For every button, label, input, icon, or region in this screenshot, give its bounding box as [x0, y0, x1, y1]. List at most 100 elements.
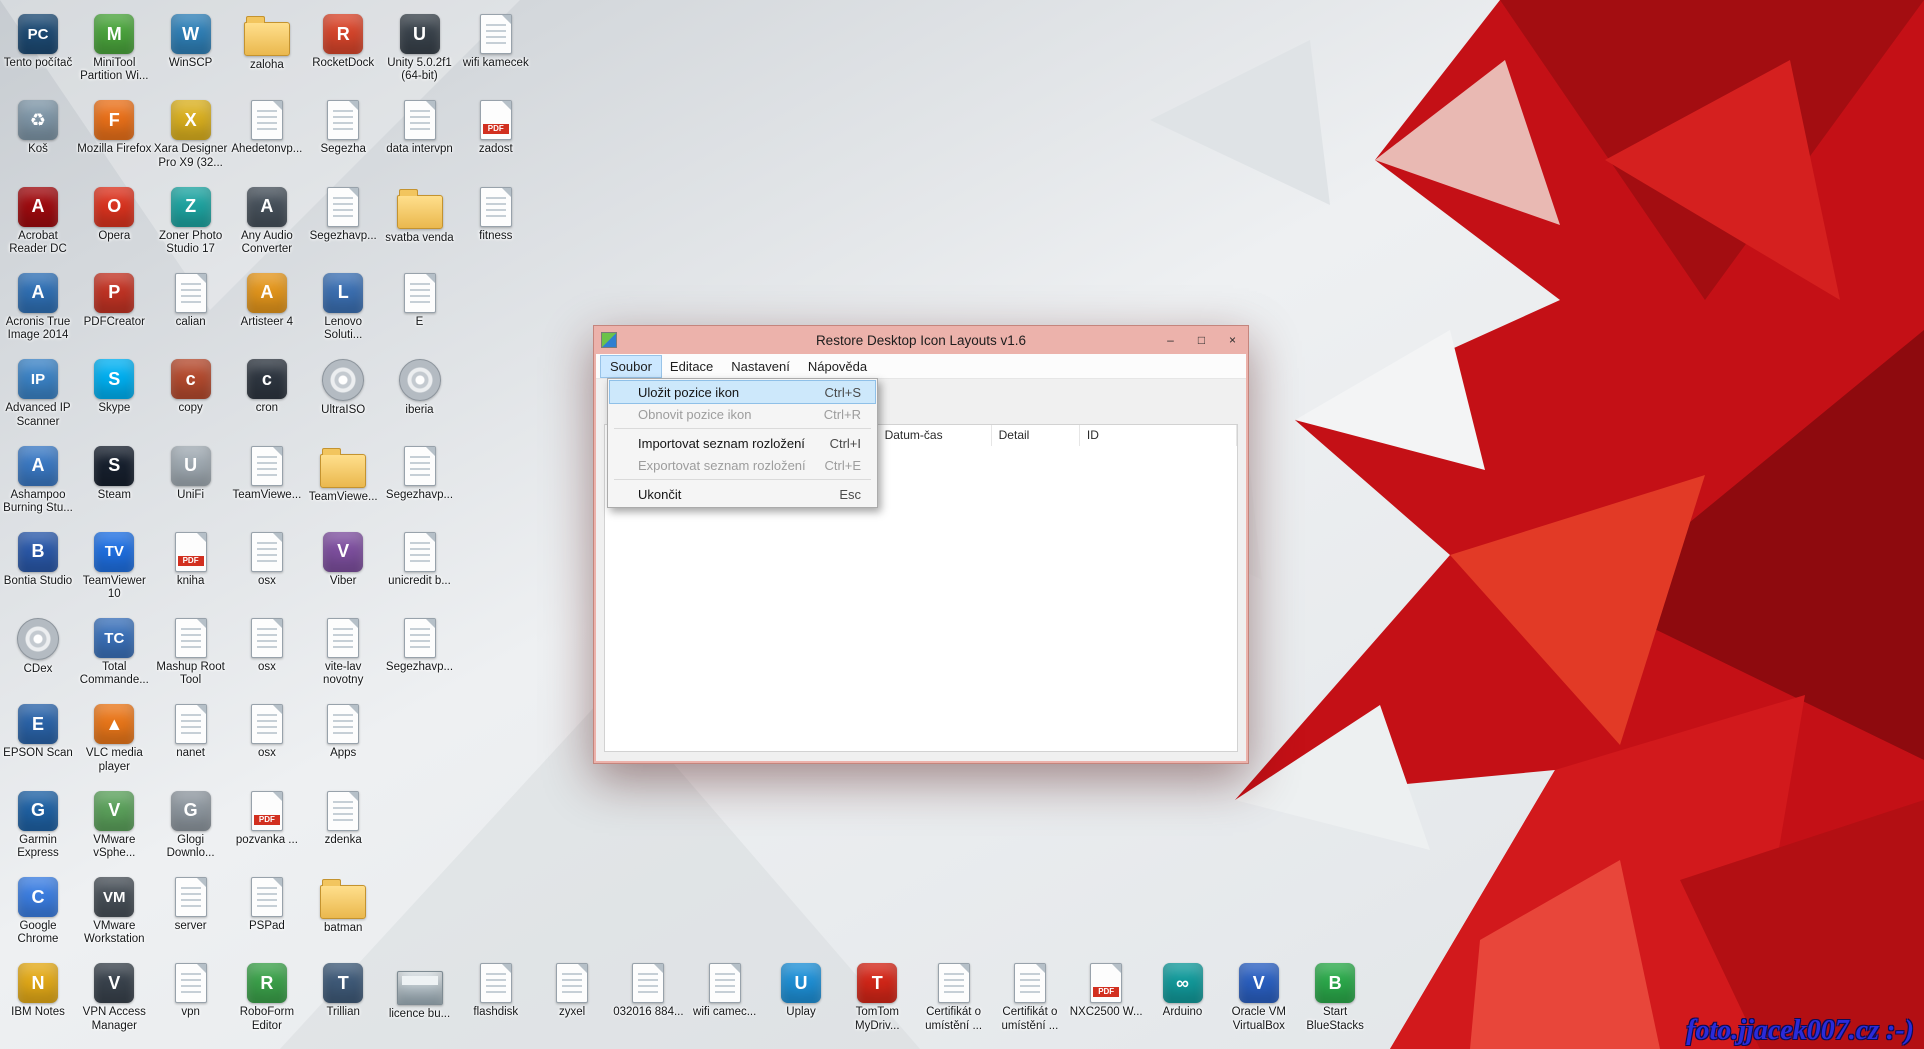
- desktop-icon[interactable]: ♻Koš: [0, 100, 76, 156]
- menu-editace[interactable]: Editace: [661, 356, 722, 377]
- desktop-icon[interactable]: OOpera: [76, 187, 152, 243]
- desktop-icon[interactable]: ▲VLC media player: [76, 704, 152, 774]
- desktop-icon[interactable]: PPDFCreator: [76, 273, 152, 329]
- desktop-icon[interactable]: flashdisk: [458, 963, 534, 1019]
- column-header[interactable]: ID: [1080, 425, 1237, 446]
- desktop-icon[interactable]: AAcrobat Reader DC: [0, 187, 76, 257]
- desktop-icon[interactable]: VVPN Access Manager: [76, 963, 152, 1033]
- close-button[interactable]: ×: [1217, 328, 1248, 352]
- desktop-icon[interactable]: Segezhavp...: [305, 187, 381, 243]
- desktop-icon[interactable]: ccron: [229, 359, 305, 415]
- desktop-icon[interactable]: BBontia Studio: [0, 532, 76, 588]
- desktop-icon[interactable]: RRoboForm Editor: [229, 963, 305, 1033]
- desktop-icon[interactable]: unicredit b...: [382, 532, 458, 588]
- desktop-icon[interactable]: zaloha: [229, 14, 305, 72]
- desktop-icon[interactable]: osx: [229, 704, 305, 760]
- desktop-icon[interactable]: TVTeamViewer 10: [76, 532, 152, 602]
- desktop-icon[interactable]: PSPad: [229, 877, 305, 933]
- desktop-icon[interactable]: LLenovo Soluti...: [305, 273, 381, 343]
- desktop-icon[interactable]: calian: [153, 273, 229, 329]
- desktop-icon[interactable]: nanet: [153, 704, 229, 760]
- desktop-icon[interactable]: wifi camec...: [687, 963, 763, 1019]
- desktop-icon[interactable]: zdenka: [305, 791, 381, 847]
- desktop-icon[interactable]: Segezhavp...: [382, 446, 458, 502]
- desktop-icon[interactable]: vite-lav novotny: [305, 618, 381, 688]
- desktop-icon[interactable]: EEPSON Scan: [0, 704, 76, 760]
- desktop-icon[interactable]: IPAdvanced IP Scanner: [0, 359, 76, 429]
- desktop-icon[interactable]: GGarmin Express: [0, 791, 76, 861]
- ultraiso-disc-icon: [322, 359, 364, 401]
- desktop-icon[interactable]: svatba venda: [382, 187, 458, 245]
- desktop-icon[interactable]: FMozilla Firefox: [76, 100, 152, 156]
- desktop-icon[interactable]: BStart BlueStacks: [1297, 963, 1373, 1033]
- desktop-icon[interactable]: licence bu...: [382, 963, 458, 1021]
- desktop-icon[interactable]: ccopy: [153, 359, 229, 415]
- desktop-icon[interactable]: data intervpn: [382, 100, 458, 156]
- desktop-icon[interactable]: XXara Designer Pro X9 (32...: [153, 100, 229, 170]
- desktop-icon[interactable]: iberia: [382, 359, 458, 417]
- desktop-icon[interactable]: zyxel: [534, 963, 610, 1019]
- menu-napoveda[interactable]: Nápověda: [799, 356, 876, 377]
- desktop-icon[interactable]: ZZoner Photo Studio 17: [153, 187, 229, 257]
- minimize-button[interactable]: –: [1155, 328, 1186, 352]
- desktop-icon[interactable]: TeamViewe...: [229, 446, 305, 502]
- desktop-icon[interactable]: VVMware vSphe...: [76, 791, 152, 861]
- menu-soubor[interactable]: Soubor: [601, 356, 661, 377]
- desktop-icon[interactable]: GGlogi Downlo...: [153, 791, 229, 861]
- desktop-icon[interactable]: AAshampoo Burning Stu...: [0, 446, 76, 516]
- desktop-icon[interactable]: VMVMware Workstation: [76, 877, 152, 947]
- desktop-icon[interactable]: ∞Arduino: [1145, 963, 1221, 1019]
- desktop-icon[interactable]: VOracle VM VirtualBox: [1221, 963, 1297, 1033]
- app-window[interactable]: Restore Desktop Icon Layouts v1.6 – □ × …: [593, 325, 1249, 764]
- desktop-icon[interactable]: kniha: [153, 532, 229, 588]
- desktop-icon[interactable]: 032016 884...: [610, 963, 686, 1019]
- menu-item[interactable]: Uložit pozice ikonCtrl+S: [610, 381, 875, 403]
- desktop-icon[interactable]: batman: [305, 877, 381, 935]
- desktop-icon[interactable]: fitness: [458, 187, 534, 243]
- column-header[interactable]: Detail: [992, 425, 1080, 446]
- desktop-icon[interactable]: VViber: [305, 532, 381, 588]
- desktop-icon[interactable]: RRocketDock: [305, 14, 381, 70]
- desktop-icon[interactable]: CGoogle Chrome: [0, 877, 76, 947]
- desktop-icon[interactable]: AAny Audio Converter: [229, 187, 305, 257]
- desktop-icon[interactable]: SSteam: [76, 446, 152, 502]
- desktop-icon[interactable]: SSkype: [76, 359, 152, 415]
- desktop-icon[interactable]: UUniFi: [153, 446, 229, 502]
- desktop-icon[interactable]: Segezha: [305, 100, 381, 156]
- desktop-icon[interactable]: Apps: [305, 704, 381, 760]
- desktop-icon[interactable]: NIBM Notes: [0, 963, 76, 1019]
- desktop-icon[interactable]: TeamViewe...: [305, 446, 381, 504]
- desktop-icon[interactable]: PCTento počítač: [0, 14, 76, 70]
- desktop-icon[interactable]: Certifikát o umístění ...: [916, 963, 992, 1033]
- desktop-icon[interactable]: Segezhavp...: [382, 618, 458, 674]
- desktop-icon[interactable]: NXC2500 W...: [1068, 963, 1144, 1019]
- desktop-icon[interactable]: osx: [229, 618, 305, 674]
- desktop-icon[interactable]: zadost: [458, 100, 534, 156]
- desktop-icon[interactable]: wifi kamecek: [458, 14, 534, 70]
- window-titlebar[interactable]: Restore Desktop Icon Layouts v1.6 – □ ×: [594, 326, 1248, 354]
- desktop-icon[interactable]: AArtisteer 4: [229, 273, 305, 329]
- desktop-icon[interactable]: TTrillian: [305, 963, 381, 1019]
- desktop-icon[interactable]: osx: [229, 532, 305, 588]
- desktop-icon[interactable]: Mashup Root Tool: [153, 618, 229, 688]
- desktop-icon[interactable]: vpn: [153, 963, 229, 1019]
- menu-item[interactable]: Importovat seznam rozloženíCtrl+I: [610, 432, 875, 454]
- desktop-icon[interactable]: UUplay: [763, 963, 839, 1019]
- desktop-icon[interactable]: AAcronis True Image 2014: [0, 273, 76, 343]
- desktop-icon[interactable]: MMiniTool Partition Wi...: [76, 14, 152, 84]
- desktop-icon[interactable]: server: [153, 877, 229, 933]
- menu-nastaveni[interactable]: Nastavení: [722, 356, 799, 377]
- menu-item[interactable]: UkončitEsc: [610, 483, 875, 505]
- column-header[interactable]: Datum-čas: [878, 425, 992, 446]
- desktop-icon[interactable]: TTomTom MyDriv...: [839, 963, 915, 1033]
- desktop-icon[interactable]: Certifikát o umístění ...: [992, 963, 1068, 1033]
- desktop-icon[interactable]: pozvanka ...: [229, 791, 305, 847]
- maximize-button[interactable]: □: [1186, 328, 1217, 352]
- desktop-icon[interactable]: UUnity 5.0.2f1 (64-bit): [382, 14, 458, 84]
- desktop-icon[interactable]: WWinSCP: [153, 14, 229, 70]
- desktop-icon[interactable]: UltraISO: [305, 359, 381, 417]
- desktop-icon[interactable]: E: [382, 273, 458, 329]
- desktop-icon[interactable]: Ahedetonvp...: [229, 100, 305, 156]
- desktop-icon[interactable]: TCTotal Commande...: [76, 618, 152, 688]
- desktop-icon[interactable]: CDex: [0, 618, 76, 676]
